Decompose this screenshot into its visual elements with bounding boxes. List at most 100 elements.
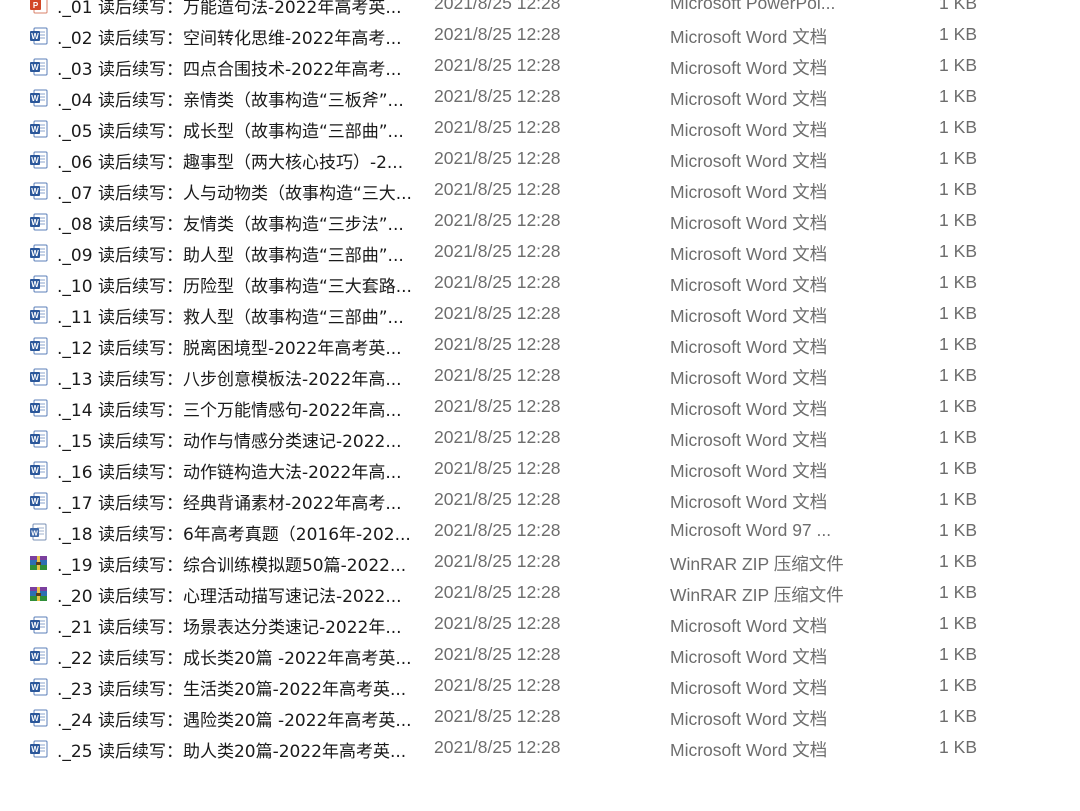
file-name[interactable]: ._07 读后续写：人与动物类（故事构造“三大... [57, 179, 417, 204]
file-date-modified: 2021/8/25 12:28 [434, 520, 561, 540]
file-date-modified: 2021/8/25 12:28 [434, 737, 561, 757]
file-type: Microsoft Word 文档 [670, 709, 828, 729]
file-row[interactable]: W ._06 读后续写：趣事型（两大核心技巧）-2... 2021/8/25 12:… [0, 144, 1080, 175]
svg-text:W: W [31, 342, 39, 351]
file-size: 1 KB [939, 613, 977, 633]
file-row[interactable]: W ._08 读后续写：友情类（故事构造“三步法”... 2021/8/25 12:… [0, 206, 1080, 237]
word-document-icon: W [29, 678, 48, 696]
file-name[interactable]: ._16 读后续写：动作链构造大法-2022年高... [57, 458, 417, 483]
file-row[interactable]: W ._04 读后续写：亲情类（故事构造“三板斧”... 2021/8/25 12:… [0, 82, 1080, 113]
file-name[interactable]: ._25 读后续写：助人类20篇-2022年高考英... [57, 737, 417, 762]
file-row[interactable]: W ._22 读后续写：成长类20篇 -2022年高考英... 2021/8/25 … [0, 640, 1080, 671]
winrar-zip-icon [29, 554, 48, 572]
file-name[interactable]: ._14 读后续写：三个万能情感句-2022年高... [57, 396, 417, 421]
file-row[interactable]: W ._11 读后续写：救人型（故事构造“三部曲”... 2021/8/25 12:… [0, 299, 1080, 330]
file-type: Microsoft Word 文档 [670, 120, 828, 140]
file-date-modified: 2021/8/25 12:28 [434, 179, 561, 199]
word-document-icon: W [29, 275, 48, 293]
file-size: 1 KB [939, 737, 977, 757]
file-name[interactable]: ._08 读后续写：友情类（故事构造“三步法”... [57, 210, 417, 235]
file-type: Microsoft Word 文档 [670, 89, 828, 109]
file-type: Microsoft Word 97 ... [670, 520, 832, 540]
svg-text:W: W [31, 466, 39, 475]
file-row[interactable]: W ._07 读后续写：人与动物类（故事构造“三大... 2021/8/25 12:… [0, 175, 1080, 206]
file-name[interactable]: ._19 读后续写：综合训练模拟题50篇-2022... [57, 551, 417, 576]
file-row[interactable]: W ._15 读后续写：动作与情感分类速记-2022... 2021/8/25 12… [0, 423, 1080, 454]
file-row[interactable]: W ._17 读后续写：经典背诵素材-2022年高考... 2021/8/25 12… [0, 485, 1080, 516]
file-row[interactable]: P ._01 读后续写：万能造句法-2022年高考英... 2021/8/25 12… [0, 0, 1080, 20]
file-row[interactable]: ._19 读后续写：综合训练模拟题50篇-2022... 2021/8/25 12… [0, 547, 1080, 578]
file-name[interactable]: ._18 读后续写：6年高考真题（2016年-202... [57, 520, 417, 545]
powerpoint-icon: P [29, 0, 48, 14]
svg-text:W: W [31, 435, 39, 444]
file-name[interactable]: ._06 读后续写：趣事型（两大核心技巧）-2... [57, 148, 417, 173]
word-document-icon: W [29, 430, 48, 448]
word97-document-icon: W [29, 523, 48, 541]
word-document-icon: W [29, 740, 48, 758]
file-date-modified: 2021/8/25 12:28 [434, 644, 561, 664]
file-name[interactable]: ._21 读后续写：场景表达分类速记-2022年... [57, 613, 417, 638]
file-size: 1 KB [939, 241, 977, 261]
file-type: Microsoft Word 文档 [670, 151, 828, 171]
file-size: 1 KB [939, 210, 977, 230]
file-size: 1 KB [939, 458, 977, 478]
word-document-icon: W [29, 89, 48, 107]
file-type: Microsoft Word 文档 [670, 244, 828, 264]
file-name[interactable]: ._09 读后续写：助人型（故事构造“三部曲”... [57, 241, 417, 266]
file-size: 1 KB [939, 0, 977, 13]
svg-text:W: W [31, 218, 39, 227]
word-document-icon: W [29, 151, 48, 169]
file-size: 1 KB [939, 86, 977, 106]
file-name[interactable]: ._05 读后续写：成长型（故事构造“三部曲”... [57, 117, 417, 142]
word-document-icon: W [29, 27, 48, 45]
file-name[interactable]: ._13 读后续写：八步创意模板法-2022年高... [57, 365, 417, 390]
svg-text:W: W [31, 714, 39, 723]
file-name[interactable]: ._17 读后续写：经典背诵素材-2022年高考... [57, 489, 417, 514]
file-row[interactable]: W ._18 读后续写：6年高考真题（2016年-202... 2021/8/25 … [0, 516, 1080, 547]
file-date-modified: 2021/8/25 12:28 [434, 675, 561, 695]
file-row[interactable]: W ._21 读后续写：场景表达分类速记-2022年... 2021/8/25 12… [0, 609, 1080, 640]
file-row[interactable]: ._20 读后续写：心理活动描写速记法-2022... 2021/8/25 12:… [0, 578, 1080, 609]
file-row[interactable]: W ._10 读后续写：历险型（故事构造“三大套路... 2021/8/25 12:… [0, 268, 1080, 299]
word-document-icon: W [29, 58, 48, 76]
file-row[interactable]: W ._24 读后续写：遇险类20篇 -2022年高考英... 2021/8/25 … [0, 702, 1080, 733]
word-document-icon: W [29, 399, 48, 417]
file-type: WinRAR ZIP 压缩文件 [670, 585, 844, 605]
file-name[interactable]: ._20 读后续写：心理活动描写速记法-2022... [57, 582, 417, 607]
file-row[interactable]: W ._14 读后续写：三个万能情感句-2022年高... 2021/8/25 12… [0, 392, 1080, 423]
file-date-modified: 2021/8/25 12:28 [434, 334, 561, 354]
file-row[interactable]: W ._05 读后续写：成长型（故事构造“三部曲”... 2021/8/25 12:… [0, 113, 1080, 144]
file-size: 1 KB [939, 365, 977, 385]
file-row[interactable]: W ._16 读后续写：动作链构造大法-2022年高... 2021/8/25 12… [0, 454, 1080, 485]
file-type: Microsoft Word 文档 [670, 430, 828, 450]
file-name[interactable]: ._03 读后续写：四点合围技术-2022年高考... [57, 55, 417, 80]
file-row[interactable]: W ._25 读后续写：助人类20篇-2022年高考英... 2021/8/25 1… [0, 733, 1080, 764]
word-document-icon: W [29, 213, 48, 231]
file-name[interactable]: ._04 读后续写：亲情类（故事构造“三板斧”... [57, 86, 417, 111]
file-date-modified: 2021/8/25 12:28 [434, 303, 561, 323]
file-name[interactable]: ._02 读后续写：空间转化思维-2022年高考... [57, 24, 417, 49]
file-type: Microsoft Word 文档 [670, 740, 828, 760]
file-name[interactable]: ._11 读后续写：救人型（故事构造“三部曲”... [57, 303, 417, 328]
file-row[interactable]: W ._03 读后续写：四点合围技术-2022年高考... 2021/8/25 12… [0, 51, 1080, 82]
file-row[interactable]: W ._09 读后续写：助人型（故事构造“三部曲”... 2021/8/25 12:… [0, 237, 1080, 268]
file-date-modified: 2021/8/25 12:28 [434, 241, 561, 261]
file-name[interactable]: ._12 读后续写：脱离困境型-2022年高考英... [57, 334, 417, 359]
file-name[interactable]: ._01 读后续写：万能造句法-2022年高考英... [57, 0, 417, 18]
file-row[interactable]: W ._13 读后续写：八步创意模板法-2022年高... 2021/8/25 12… [0, 361, 1080, 392]
word-document-icon: W [29, 337, 48, 355]
file-type: Microsoft Word 文档 [670, 182, 828, 202]
file-name[interactable]: ._24 读后续写：遇险类20篇 -2022年高考英... [57, 706, 417, 731]
svg-text:W: W [31, 94, 39, 103]
file-name[interactable]: ._22 读后续写：成长类20篇 -2022年高考英... [57, 644, 417, 669]
file-name[interactable]: ._15 读后续写：动作与情感分类速记-2022... [57, 427, 417, 452]
file-row[interactable]: W ._23 读后续写：生活类20篇-2022年高考英... 2021/8/25 1… [0, 671, 1080, 702]
file-date-modified: 2021/8/25 12:28 [434, 55, 561, 75]
file-date-modified: 2021/8/25 12:28 [434, 210, 561, 230]
file-name[interactable]: ._10 读后续写：历险型（故事构造“三大套路... [57, 272, 417, 297]
file-date-modified: 2021/8/25 12:28 [434, 117, 561, 137]
file-name[interactable]: ._23 读后续写：生活类20篇-2022年高考英... [57, 675, 417, 700]
file-size: 1 KB [939, 644, 977, 664]
file-row[interactable]: W ._12 读后续写：脱离困境型-2022年高考英... 2021/8/25 12… [0, 330, 1080, 361]
file-row[interactable]: W ._02 读后续写：空间转化思维-2022年高考... 2021/8/25 12… [0, 20, 1080, 51]
